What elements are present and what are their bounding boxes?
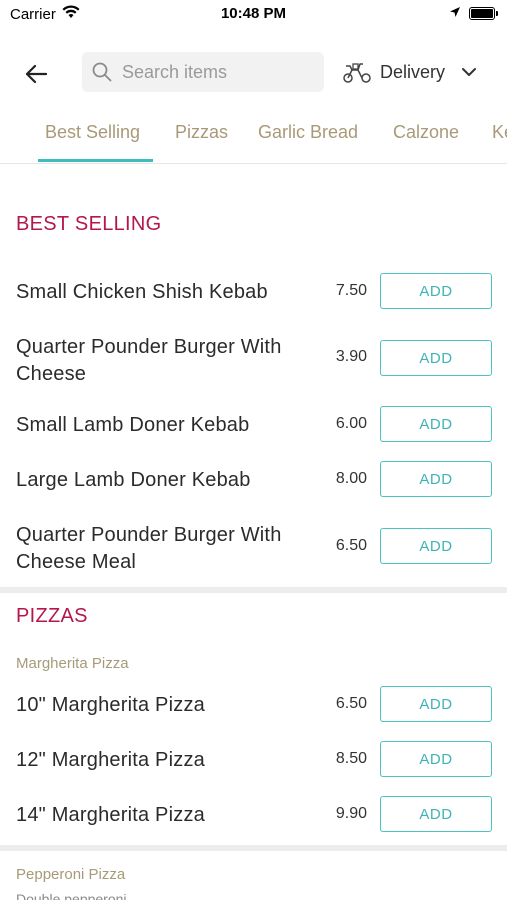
back-arrow-icon <box>25 64 47 84</box>
location-arrow-icon <box>449 5 461 22</box>
section-title-pizzas: PIZZAS <box>16 605 88 627</box>
group-title-pepperoni: Pepperoni Pizza <box>16 866 126 883</box>
menu-item-price: 6.50 <box>335 537 367 554</box>
delivery-label: Delivery <box>380 61 446 82</box>
scooter-icon <box>343 63 371 83</box>
menu-item-price: 6.00 <box>335 415 367 432</box>
add-button[interactable]: ADD <box>380 528 492 564</box>
header: Delivery <box>0 30 507 114</box>
group-divider <box>0 845 507 851</box>
search-icon <box>92 62 112 82</box>
add-button[interactable]: ADD <box>380 273 492 309</box>
tab-best-selling[interactable]: Best Selling <box>45 122 140 143</box>
tab-garlic-bread[interactable]: Garlic Bread <box>258 122 358 143</box>
menu-item-name[interactable]: Large Lamb Doner Kebab <box>16 467 316 494</box>
menu-item-name[interactable]: Small Chicken Shish Kebab <box>16 279 316 306</box>
section-title-best-selling: BEST SELLING <box>16 213 162 235</box>
menu-item-price: 9.90 <box>335 805 367 822</box>
search-box[interactable] <box>82 52 324 92</box>
menu-item-price: 8.00 <box>335 470 367 487</box>
clock: 10:48 PM <box>220 5 287 22</box>
active-tab-indicator <box>38 159 153 162</box>
add-button[interactable]: ADD <box>380 686 492 722</box>
back-button[interactable] <box>18 56 54 92</box>
menu-item-name[interactable]: Quarter Pounder Burger With Cheese <box>16 334 316 388</box>
add-button[interactable]: ADD <box>380 741 492 777</box>
search-input[interactable] <box>122 61 302 83</box>
status-right <box>449 5 498 22</box>
battery-icon <box>469 7 498 20</box>
menu-item-price: 8.50 <box>335 750 367 767</box>
section-divider <box>0 587 507 593</box>
menu-item-name[interactable]: 14" Margherita Pizza <box>16 802 316 829</box>
tab-kebabs[interactable]: Ke <box>492 122 507 143</box>
group-title-margherita: Margherita Pizza <box>16 655 129 672</box>
tab-calzone[interactable]: Calzone <box>393 122 459 143</box>
delivery-selector[interactable]: Delivery <box>342 56 477 88</box>
tab-pizzas[interactable]: Pizzas <box>175 122 228 143</box>
menu-item-name[interactable]: Small Lamb Doner Kebab <box>16 412 316 439</box>
menu-item-name[interactable]: 12" Margherita Pizza <box>16 747 316 774</box>
menu-item-name[interactable]: Quarter Pounder Burger With Cheese Meal <box>16 522 316 576</box>
add-button[interactable]: ADD <box>380 406 492 442</box>
group-description-pepperoni: Double pepperoni <box>16 891 127 900</box>
chevron-down-icon <box>462 68 477 76</box>
add-button[interactable]: ADD <box>380 340 492 376</box>
category-tabs: Best Selling Pizzas Garlic Bread Calzone… <box>0 114 507 164</box>
menu-item-price: 7.50 <box>335 282 367 299</box>
add-button[interactable]: ADD <box>380 461 492 497</box>
menu-item-price: 6.50 <box>335 695 367 712</box>
menu-item-price: 3.90 <box>335 348 367 365</box>
status-bar: Carrier 10:48 PM <box>0 0 507 30</box>
menu-item-name[interactable]: 10" Margherita Pizza <box>16 692 316 719</box>
add-button[interactable]: ADD <box>380 796 492 832</box>
